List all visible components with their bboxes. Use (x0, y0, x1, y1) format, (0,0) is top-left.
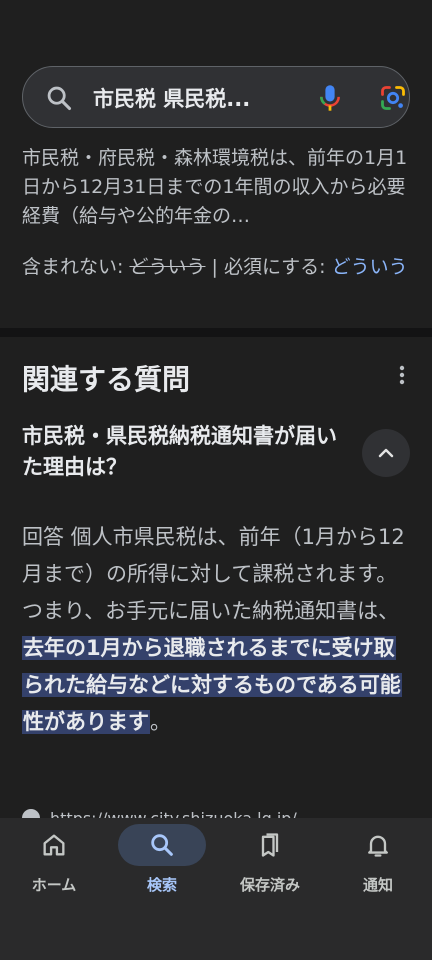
bell-icon (368, 835, 388, 857)
answer-plain: 回答 個人市県民税は、前年（1月から12月まで）の所得に対して課税されます。 つ… (22, 525, 405, 623)
result-snippet: 市民税・府民税・森林環境税は、前年の1月1日から12月31日までの1年間の収入か… (22, 147, 408, 227)
chevron-up-icon (378, 448, 394, 458)
related-question[interactable]: 市民税・県民税納税通知書が届いた理由は？ (22, 421, 342, 483)
nav-notifications-label: 通知 (362, 876, 393, 894)
tags-separator: | (211, 256, 218, 278)
nav-search-label: 検索 (146, 876, 177, 894)
more-vert-icon[interactable] (392, 364, 412, 386)
search-icon (47, 86, 72, 111)
required-term-link[interactable]: どういう (332, 256, 408, 278)
nav-home-label: ホーム (31, 876, 77, 894)
related-questions-title: 関連する質問 (22, 363, 191, 396)
nav-home[interactable]: ホーム (0, 818, 108, 918)
search-icon (151, 834, 173, 856)
source-link-peek[interactable]: https://www.city.shizuoka.lg.jp/... (22, 805, 352, 819)
answer-text: 回答 個人市県民税は、前年（1月から12月まで）の所得に対して課税されます。 つ… (22, 519, 414, 741)
excluded-label: 含まれない: (22, 256, 124, 278)
nav-notifications[interactable]: 通知 (324, 818, 432, 918)
home-icon (43, 834, 65, 856)
section-divider (0, 328, 432, 337)
nav-search[interactable]: 検索 (108, 818, 216, 918)
excluded-term[interactable]: どういう (129, 256, 205, 278)
search-query[interactable]: 市民税 県民税... (93, 83, 283, 113)
bottom-navigation: ホーム 検索 保存済み 通知 (0, 818, 432, 960)
answer-tail: 。 (150, 710, 171, 734)
nav-saved-label: 保存済み (239, 876, 300, 894)
search-tags: 含まれない: どういう | 必須にする: どういう (22, 252, 412, 282)
search-bar[interactable]: 市民税 県民税... (22, 66, 410, 128)
google-lens-icon[interactable] (379, 84, 407, 112)
collapse-button[interactable] (362, 429, 410, 477)
microphone-icon[interactable] (316, 83, 344, 113)
nav-saved[interactable]: 保存済み (216, 818, 324, 918)
saved-icon (261, 833, 279, 857)
required-label: 必須にする: (223, 256, 326, 278)
answer-highlight: 去年の1月から退職されるまでに受け取られた給与などに対するものである可能性があり… (22, 636, 402, 734)
